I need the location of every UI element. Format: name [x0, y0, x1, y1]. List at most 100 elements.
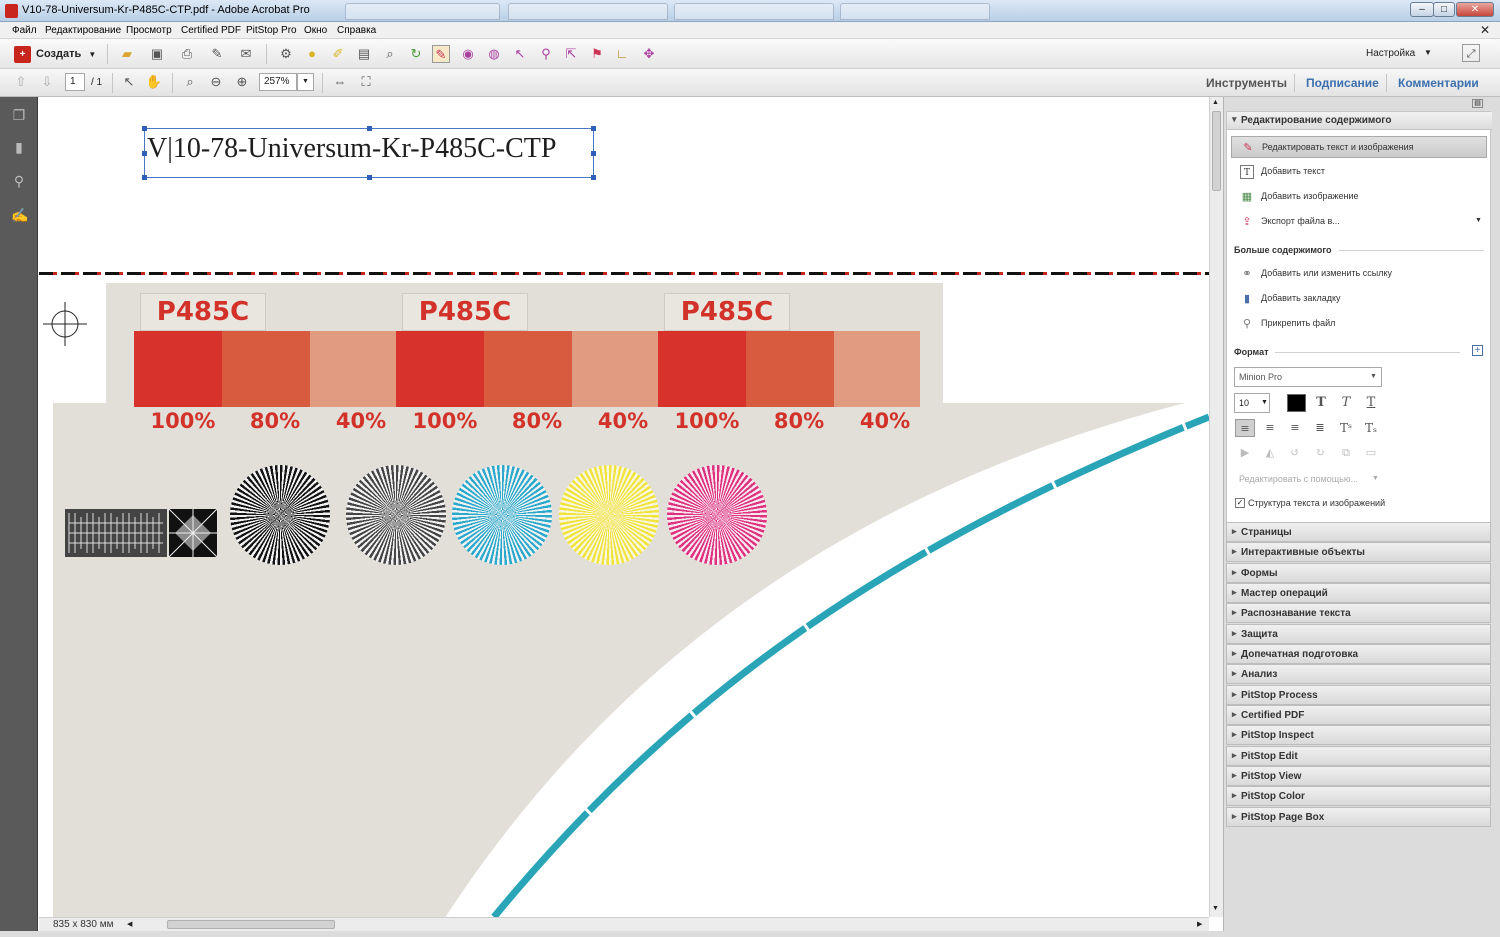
structure-checkbox[interactable]: ✓ — [1235, 498, 1245, 508]
document-view[interactable]: V|10-78-Universum-Kr-P485C-CTP P485C P48… — [39, 97, 1209, 917]
menu-view[interactable]: Просмотр — [126, 25, 172, 36]
section-print-production[interactable]: Допечатная подготовка — [1226, 644, 1491, 664]
add-link-item[interactable]: ⚭ Добавить или изменить ссылку — [1231, 263, 1487, 285]
taskbar-tab-4[interactable] — [840, 3, 990, 20]
flag-icon[interactable]: ⚑ — [588, 45, 606, 63]
subscript-icon[interactable]: Tₛ — [1361, 419, 1381, 437]
section-pages[interactable]: Страницы — [1226, 522, 1491, 542]
tab-sign[interactable]: Подписание — [1306, 76, 1379, 90]
bookmark-icon[interactable]: ▮ — [11, 139, 27, 157]
settings-gear-icon[interactable]: ⚙ — [277, 45, 295, 63]
rotate-left-icon[interactable]: ↺ — [1285, 444, 1305, 462]
scroll-left-icon[interactable]: ◀ — [127, 920, 132, 928]
resize-handle[interactable] — [591, 175, 596, 180]
section-pitstop-page-box[interactable]: PitStop Page Box — [1226, 807, 1491, 827]
minimize-button[interactable]: – — [1410, 2, 1434, 17]
edit-text-images-item[interactable]: ✎ Редактировать текст и изображения — [1231, 136, 1487, 158]
chevron-down-icon[interactable]: ▼ — [1475, 217, 1482, 224]
add-image-item[interactable]: ▦ Добавить изображение — [1231, 186, 1487, 208]
tab-tools[interactable]: Инструменты — [1206, 76, 1287, 90]
align-center-icon[interactable]: ≡ — [1260, 419, 1280, 437]
maximize-button[interactable]: □ — [1433, 2, 1455, 17]
horizontal-scrollbar[interactable]: 835 x 830 мм ◀ ▶ — [39, 917, 1209, 931]
section-certified-pdf[interactable]: Certified PDF — [1226, 705, 1491, 725]
resize-handle[interactable] — [367, 126, 372, 131]
panel-options-icon[interactable]: ▤ — [1472, 99, 1483, 108]
taskbar-tab-1[interactable] — [345, 3, 500, 20]
flip-icon[interactable]: ▶ — [1235, 444, 1255, 462]
underline-icon[interactable]: T — [1361, 394, 1381, 412]
create-button[interactable]: + Создать ▼ — [12, 45, 96, 65]
preflight-icon[interactable]: ◉ — [459, 45, 477, 63]
align-left-icon[interactable]: ≡ — [1235, 419, 1255, 437]
marquee-zoom-icon[interactable]: ⌕ — [181, 73, 199, 91]
crop-icon[interactable]: ⧉ — [1336, 444, 1356, 462]
font-family-select[interactable]: Minion Pro ▼ — [1234, 367, 1382, 387]
select-object-icon[interactable]: ↖ — [511, 45, 529, 63]
justify-icon[interactable]: ≣ — [1310, 419, 1330, 437]
section-pitstop-process[interactable]: PitStop Process — [1226, 685, 1491, 705]
add-bookmark-item[interactable]: ▮ Добавить закладку — [1231, 288, 1487, 310]
taskbar-tab-3[interactable] — [674, 3, 834, 20]
email-icon[interactable]: ✉ — [237, 45, 255, 63]
open-folder-icon[interactable]: ▰ — [118, 45, 136, 63]
fit-width-icon[interactable]: ⇔ — [331, 73, 349, 91]
highlight-icon[interactable]: ✐ — [329, 45, 347, 63]
menu-pitstop-pro[interactable]: PitStop Pro — [246, 25, 297, 36]
document-title-text[interactable]: V|10-78-Universum-Kr-P485C-CTP — [147, 133, 556, 165]
vertical-scroll-thumb[interactable] — [1212, 111, 1221, 191]
document-icon[interactable]: ▤ — [355, 45, 373, 63]
edit-with-label[interactable]: Редактировать с помощью... — [1239, 474, 1358, 484]
resize-handle[interactable] — [591, 151, 596, 156]
eyedropper-icon[interactable]: ⚲ — [537, 45, 555, 63]
font-size-select[interactable]: 10 ▼ — [1234, 393, 1270, 413]
rotate-right-icon[interactable]: ↻ — [1310, 444, 1330, 462]
italic-icon[interactable]: T — [1336, 394, 1356, 412]
scroll-right-icon[interactable]: ▶ — [1197, 920, 1202, 928]
section-pitstop-view[interactable]: PitStop View — [1226, 766, 1491, 786]
pages-thumbnail-icon[interactable]: ❐ — [11, 107, 27, 125]
section-text-recognition[interactable]: Распознавание текста — [1226, 603, 1491, 623]
signature-icon[interactable]: ✍ — [11, 207, 28, 225]
hand-tool-icon[interactable]: ✋ — [145, 73, 163, 91]
edit-document-icon[interactable]: ✎ — [208, 45, 226, 63]
section-pitstop-inspect[interactable]: PitStop Inspect — [1226, 725, 1491, 745]
multi-select-icon[interactable]: ⇱ — [562, 45, 580, 63]
menu-file[interactable]: Файл — [12, 25, 37, 36]
section-action-wizard[interactable]: Мастер операций — [1226, 583, 1491, 603]
scroll-down-icon[interactable]: ▼ — [1212, 905, 1219, 912]
chevron-down-icon[interactable]: ▼ — [1372, 475, 1379, 482]
refresh-document-icon[interactable]: ↻ — [407, 45, 425, 63]
text-color-swatch[interactable] — [1287, 394, 1306, 412]
next-page-icon[interactable]: ⇩ — [38, 73, 56, 91]
attach-file-item[interactable]: ⚲ Прикрепить файл — [1231, 313, 1487, 335]
menu-certified-pdf[interactable]: Certified PDF — [181, 25, 241, 36]
taskbar-tab-2[interactable] — [508, 3, 668, 20]
menu-help[interactable]: Справка — [337, 25, 376, 36]
page-number-input[interactable]: 1 — [65, 73, 85, 91]
tab-comment[interactable]: Комментарии — [1398, 76, 1479, 90]
resize-handle[interactable] — [591, 126, 596, 131]
horizontal-scroll-thumb[interactable] — [167, 920, 335, 929]
section-pitstop-edit[interactable]: PitStop Edit — [1226, 746, 1491, 766]
menu-edit[interactable]: Редактирование — [45, 25, 121, 36]
resize-handle[interactable] — [367, 175, 372, 180]
save-icon[interactable]: ▣ — [148, 45, 166, 63]
superscript-icon[interactable]: Tˢ — [1336, 419, 1356, 437]
align-right-icon[interactable]: ≡ — [1285, 419, 1305, 437]
section-protection[interactable]: Защита — [1226, 624, 1491, 644]
pitstop-icon[interactable]: ◍ — [485, 45, 503, 63]
attachment-icon[interactable]: ⚲ — [11, 173, 27, 191]
print-icon[interactable]: ⎙ — [178, 45, 196, 63]
comment-bubble-icon[interactable]: ● — [303, 45, 321, 63]
close-document-icon[interactable]: ✕ — [1480, 23, 1490, 37]
previous-page-icon[interactable]: ⇧ — [12, 73, 30, 91]
section-forms[interactable]: Формы — [1226, 563, 1491, 583]
resize-handle[interactable] — [142, 175, 147, 180]
export-file-item[interactable]: ⇪ Экспорт файла в... ▼ — [1231, 211, 1487, 233]
fit-page-icon[interactable]: ⛶ — [357, 73, 375, 91]
scroll-up-icon[interactable]: ▲ — [1212, 99, 1219, 106]
menu-window[interactable]: Окно — [304, 25, 327, 36]
zoom-out-icon[interactable]: ⊖ — [207, 73, 225, 91]
expand-icon[interactable]: ⤢ — [1462, 44, 1480, 62]
